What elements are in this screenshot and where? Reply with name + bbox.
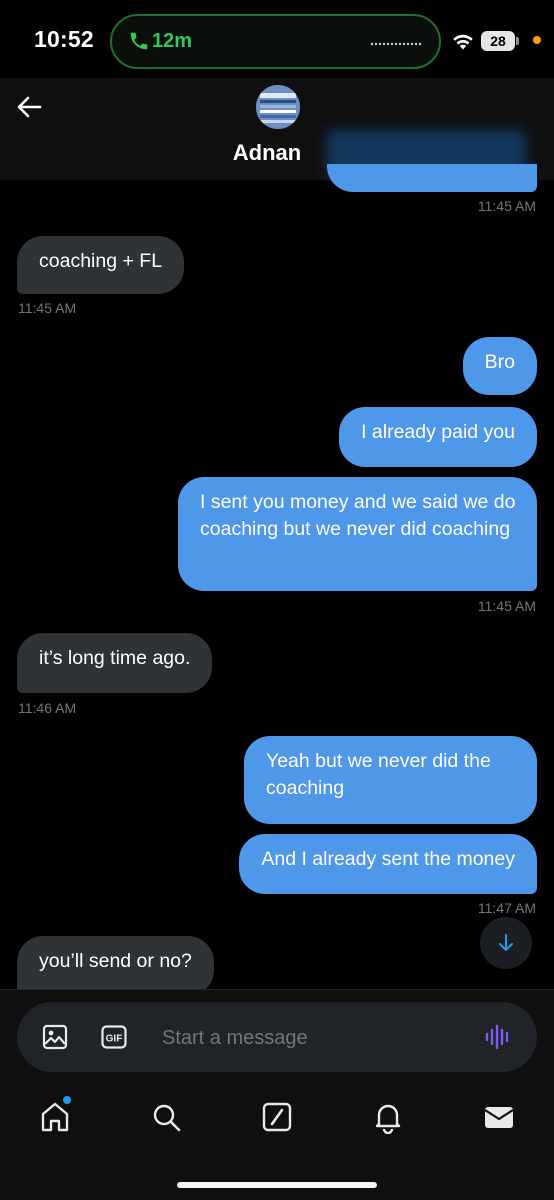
search-icon[interactable] [149,1100,183,1134]
status-bar: 10:52 12m 28 [0,0,554,78]
home-notification-dot [63,1096,71,1104]
call-duration: 12m [152,30,193,52]
home-icon[interactable] [38,1100,72,1134]
home-indicator [177,1182,377,1188]
active-call-pill[interactable]: 12m [110,14,441,69]
incoming-message-bubble[interactable]: you’ll send or no? [17,936,214,996]
notifications-icon[interactable] [371,1100,405,1134]
incoming-message-bubble[interactable]: coaching + FL [17,236,185,294]
outgoing-message-bubble-cut-off[interactable] [327,164,537,192]
microphone-in-use-dot [533,36,541,44]
wifi-icon [453,34,473,50]
message-input[interactable] [162,1023,462,1053]
scroll-to-bottom-button[interactable] [480,917,532,969]
message-timestamp: 11:45 AM [477,598,536,614]
avatar[interactable] [256,85,300,129]
messages-icon[interactable] [482,1100,516,1134]
phone-icon [130,32,148,50]
audio-waveform-icon [370,42,422,46]
status-time: 10:52 [34,26,94,52]
gif-icon[interactable]: GIF [101,1025,127,1049]
avatar-image [256,85,300,129]
gif-label: GIF [106,1034,123,1045]
bottom-tab-bar [0,1082,554,1200]
grok-icon[interactable] [260,1100,294,1134]
outgoing-message-bubble[interactable]: I already paid you [339,407,537,467]
message-timestamp: 11:45 AM [477,198,536,214]
voice-message-icon[interactable] [484,1023,512,1051]
arrow-down-icon [499,934,513,951]
outgoing-message-bubble[interactable]: I sent you money and we said we do coach… [178,477,537,591]
incoming-message-bubble[interactable]: it’s long time ago. [17,633,213,693]
outgoing-message-bubble[interactable]: Bro [462,337,537,395]
outgoing-message-bubble[interactable]: Yeah but we never did the coaching [244,736,537,824]
battery-tip [516,37,519,45]
image-icon[interactable] [42,1024,68,1050]
message-timestamp: 11:46 AM [18,700,77,716]
message-timestamp: 11:47 AM [477,900,536,916]
arrow-left-icon[interactable] [16,94,42,120]
message-timestamp: 11:45 AM [18,300,77,316]
outgoing-message-bubble[interactable]: And I already sent the money [239,834,537,894]
battery-indicator: 28 [481,31,515,51]
message-composer: GIF [17,1002,537,1072]
composer-area: GIF [0,989,554,1082]
